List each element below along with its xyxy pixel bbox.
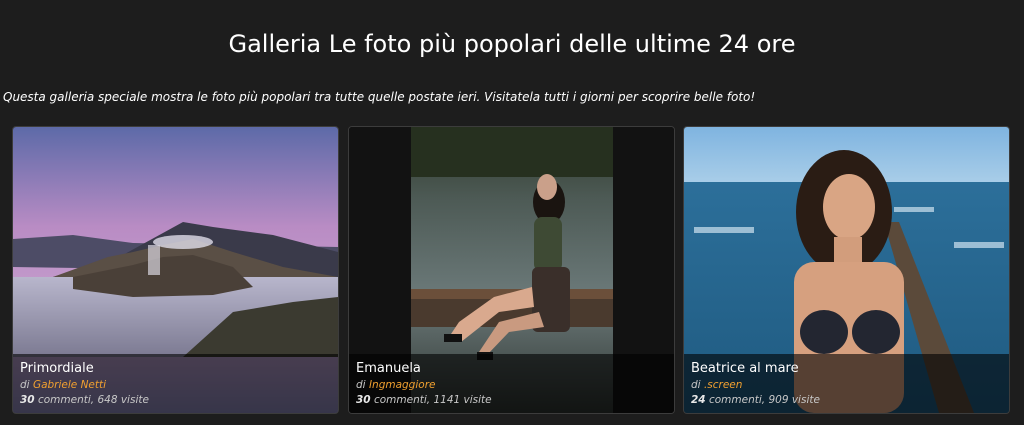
visits-label: visite bbox=[791, 394, 820, 406]
by-label: di bbox=[691, 379, 701, 391]
photo-title[interactable]: Emanuela bbox=[356, 361, 421, 376]
visit-count: 1141 bbox=[433, 394, 461, 406]
photo-stats: 30 commenti, 1141 visite bbox=[356, 394, 492, 406]
visits-label: visite bbox=[120, 394, 149, 406]
by-label: di bbox=[356, 379, 366, 391]
comment-count: 30 bbox=[20, 394, 35, 406]
comment-count: 24 bbox=[691, 394, 706, 406]
comments-label: commenti, bbox=[37, 394, 95, 406]
by-label: di bbox=[20, 379, 30, 391]
photo-title[interactable]: Beatrice al mare bbox=[691, 361, 799, 376]
visit-count: 648 bbox=[97, 394, 118, 406]
gallery-title: Galleria Le foto più popolari delle ulti… bbox=[228, 30, 796, 58]
photo-author-line: di Ingmaggiore bbox=[356, 379, 435, 391]
photo-author-line: di .screen bbox=[691, 379, 742, 391]
photo-caption: Primordiale di Gabriele Netti 30 comment… bbox=[13, 354, 338, 413]
photo-title[interactable]: Primordiale bbox=[20, 361, 94, 376]
photo-author-line: di Gabriele Netti bbox=[20, 379, 106, 391]
author-link[interactable]: Ingmaggiore bbox=[369, 379, 436, 391]
visits-label: visite bbox=[463, 394, 492, 406]
photo-card-beatrice-al-mare[interactable]: Beatrice al mare di .screen 24 commenti,… bbox=[683, 126, 1010, 414]
photo-caption: Emanuela di Ingmaggiore 30 commenti, 114… bbox=[349, 354, 674, 413]
author-link[interactable]: .screen bbox=[704, 379, 742, 391]
photo-stats: 30 commenti, 648 visite bbox=[20, 394, 149, 406]
photo-card-emanuela[interactable]: Emanuela di Ingmaggiore 30 commenti, 114… bbox=[348, 126, 675, 414]
gallery-description: Questa galleria speciale mostra le foto … bbox=[3, 90, 756, 104]
visit-count: 909 bbox=[768, 394, 789, 406]
comment-count: 30 bbox=[356, 394, 371, 406]
photo-card-primordiale[interactable]: Primordiale di Gabriele Netti 30 comment… bbox=[12, 126, 339, 414]
photo-stats: 24 commenti, 909 visite bbox=[691, 394, 820, 406]
photo-caption: Beatrice al mare di .screen 24 commenti,… bbox=[684, 354, 1009, 413]
comments-label: commenti, bbox=[708, 394, 766, 406]
author-link[interactable]: Gabriele Netti bbox=[33, 379, 106, 391]
comments-label: commenti, bbox=[373, 394, 431, 406]
